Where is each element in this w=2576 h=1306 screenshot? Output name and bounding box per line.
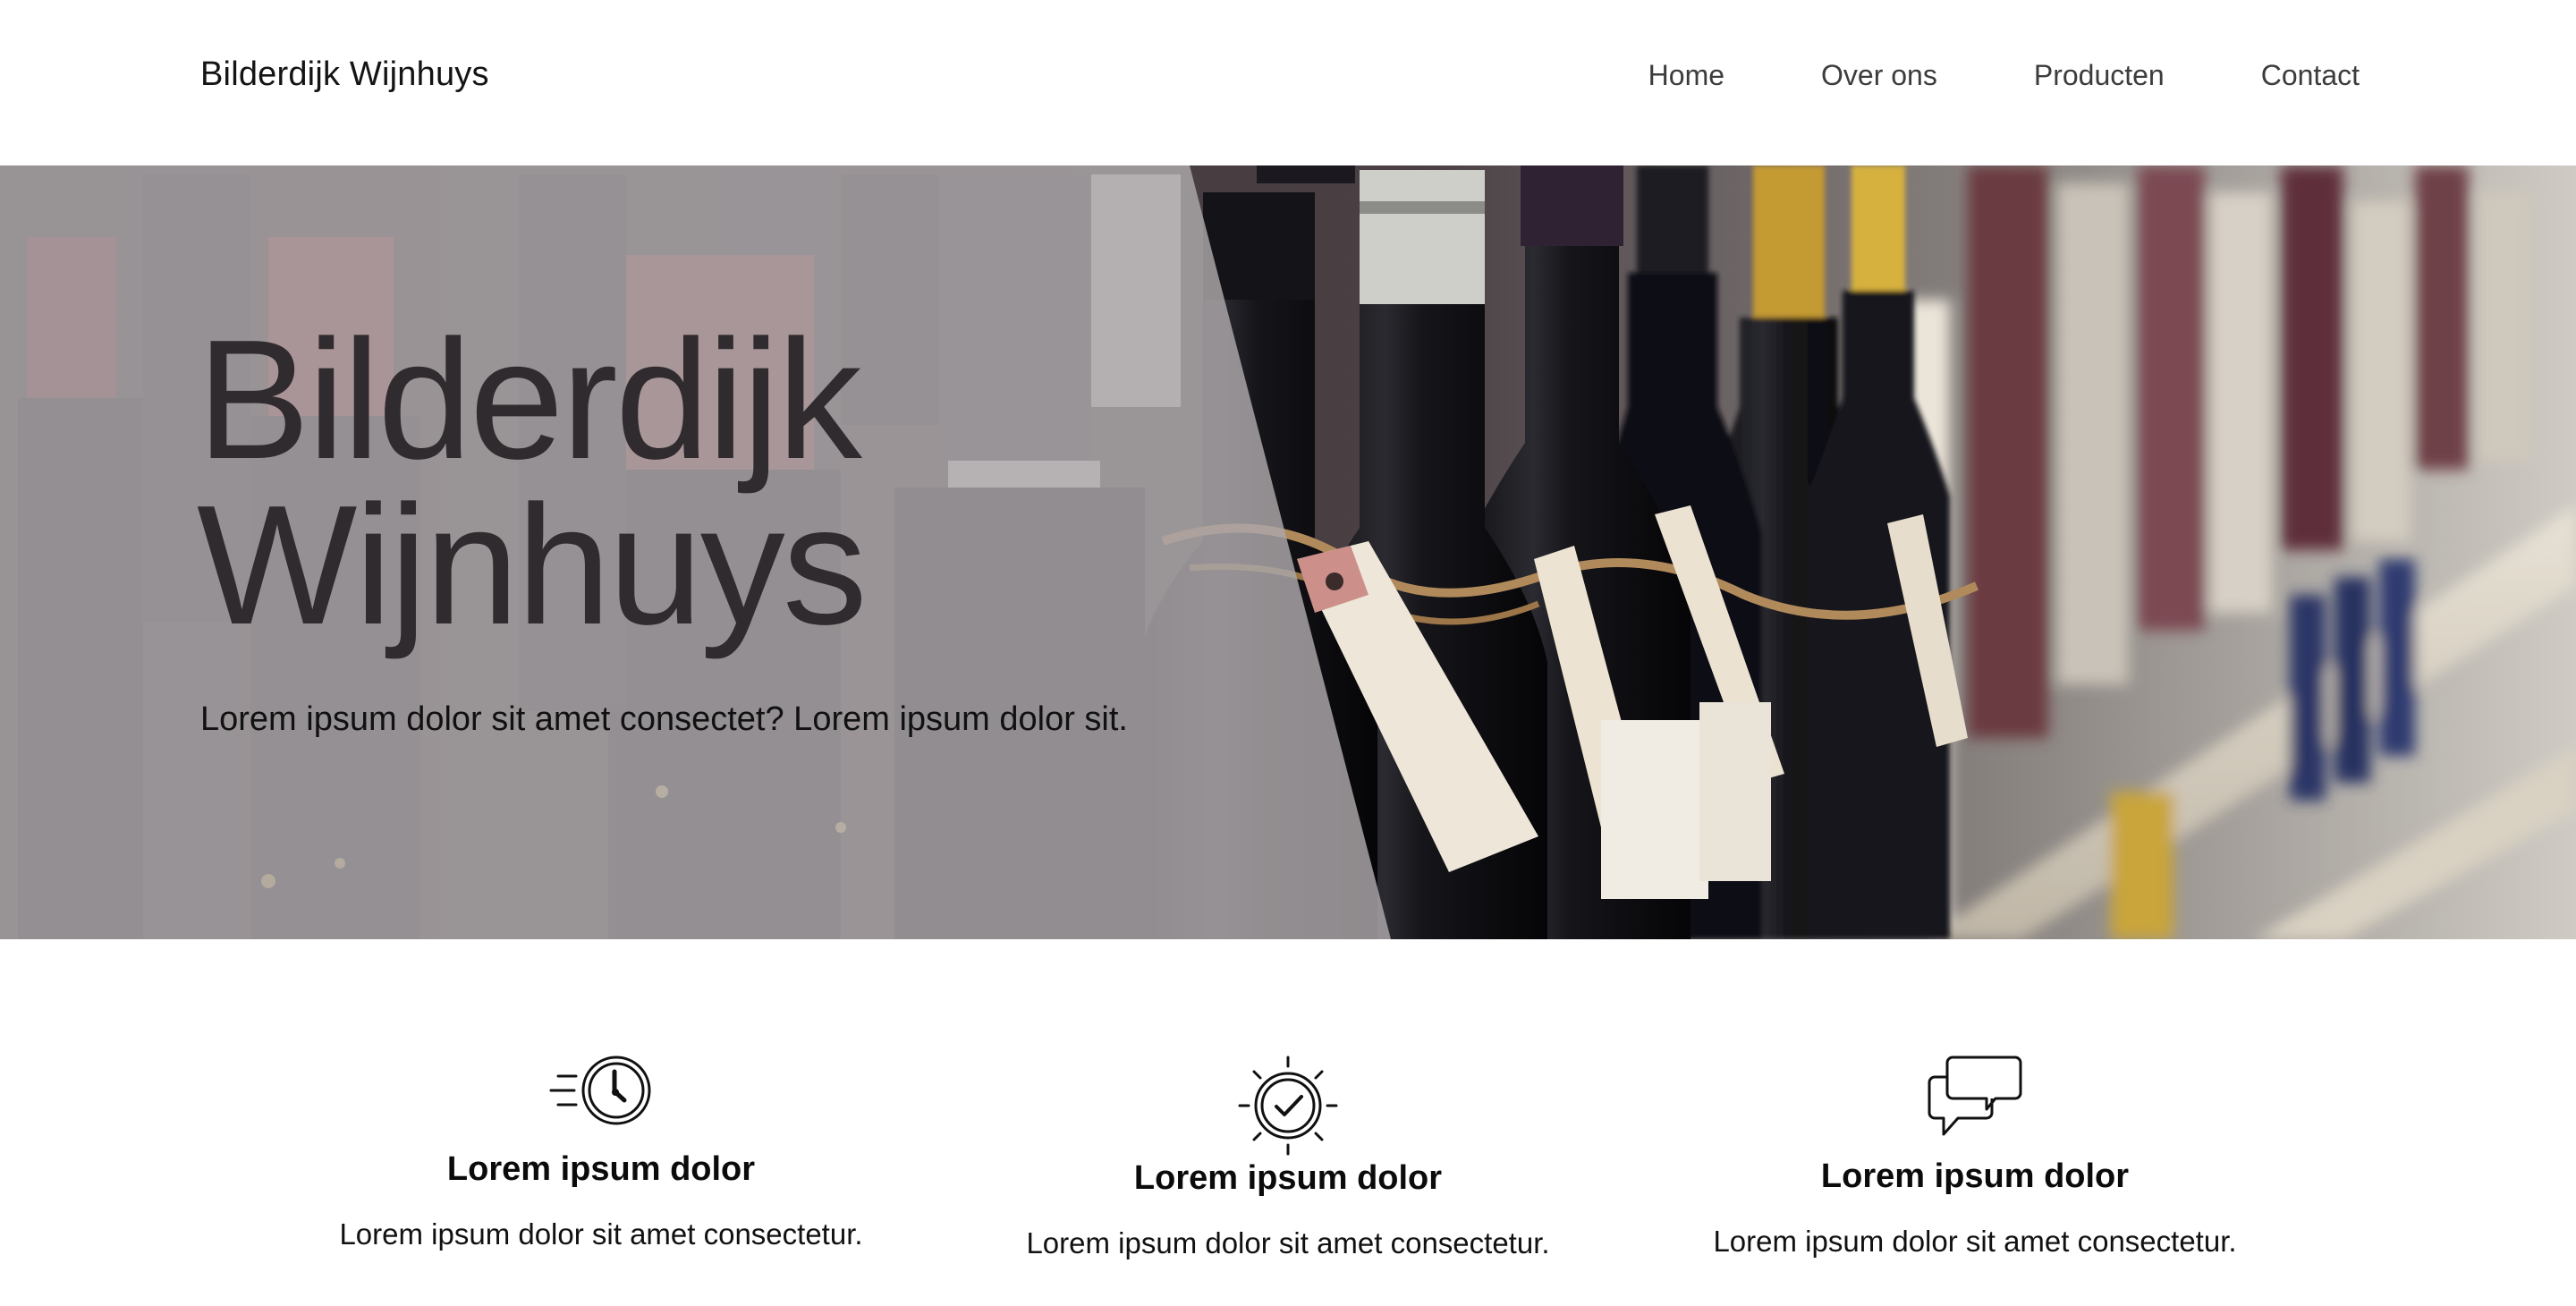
verified-badge-icon bbox=[1238, 1056, 1338, 1156]
hero-title-line-1: Bilderdijk bbox=[197, 305, 862, 495]
hero-title-line-2: Wijnhuys bbox=[197, 471, 868, 660]
nav-over-ons-link[interactable]: Over ons bbox=[1821, 59, 1937, 92]
hero-subtitle: Lorem ipsum dolor sit amet consectet? Lo… bbox=[200, 700, 1128, 738]
feature-card-1: Lorem ipsum dolor Lorem ipsum dolor sit … bbox=[288, 1054, 914, 1251]
main-nav: Home Over ons Producten Contact bbox=[1648, 59, 2360, 92]
features-section: Lorem ipsum dolor Lorem ipsum dolor sit … bbox=[0, 939, 2576, 1306]
site-header: Bilderdijk Wijnhuys Home Over ons Produc… bbox=[0, 0, 2576, 165]
hero-title: Bilderdijk Wijnhuys bbox=[197, 305, 868, 660]
hero-section: Bilderdijk Wijnhuys Lorem ipsum dolor si… bbox=[0, 165, 2576, 939]
chat-bubbles-icon bbox=[1928, 1056, 2022, 1136]
feature-2-title: Lorem ipsum dolor bbox=[1133, 1159, 1443, 1197]
nav-home-link[interactable]: Home bbox=[1648, 59, 1724, 92]
nav-contact-link[interactable]: Contact bbox=[2261, 59, 2360, 92]
fast-clock-icon bbox=[549, 1056, 651, 1125]
brand-logo-link[interactable]: Bilderdijk Wijnhuys bbox=[200, 55, 489, 94]
feature-card-2: Lorem ipsum dolor Lorem ipsum dolor sit … bbox=[975, 1054, 1601, 1260]
feature-1-title: Lorem ipsum dolor bbox=[446, 1150, 756, 1188]
nav-producten-link[interactable]: Producten bbox=[2034, 59, 2165, 92]
feature-3-text: Lorem ipsum dolor sit amet consectetur. bbox=[1713, 1225, 2237, 1258]
feature-1-text: Lorem ipsum dolor sit amet consectetur. bbox=[339, 1217, 863, 1251]
feature-3-title: Lorem ipsum dolor bbox=[1820, 1158, 2130, 1195]
feature-2-text: Lorem ipsum dolor sit amet consectetur. bbox=[1026, 1226, 1550, 1259]
feature-card-3: Lorem ipsum dolor Lorem ipsum dolor sit … bbox=[1662, 1050, 2288, 1259]
